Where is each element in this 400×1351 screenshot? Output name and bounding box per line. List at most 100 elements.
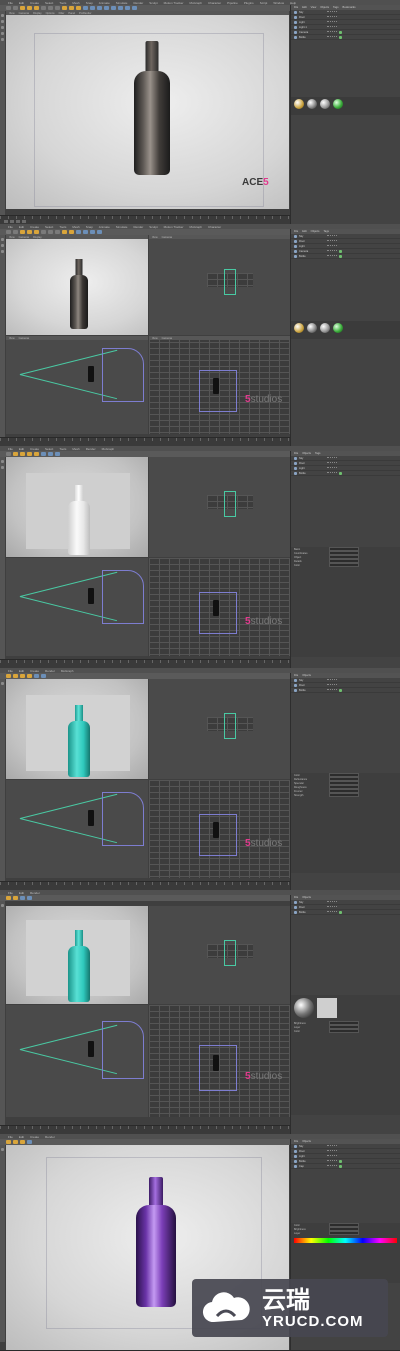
om-objects[interactable]: Objects bbox=[311, 230, 320, 233]
right-viewport[interactable]: View Cameras bbox=[6, 336, 148, 434]
list-item[interactable]: Bottle bbox=[291, 688, 400, 693]
front-viewport[interactable]: 5studios bbox=[149, 1005, 290, 1117]
points-mode-icon[interactable] bbox=[1, 460, 4, 463]
front-viewport[interactable]: View Cameras 5studios bbox=[149, 336, 290, 434]
menu-create[interactable]: Create bbox=[30, 669, 39, 673]
menu-snap[interactable]: Snap bbox=[86, 225, 93, 229]
om-edit[interactable]: Edit bbox=[302, 6, 306, 9]
menu-mograph[interactable]: MoGraph bbox=[61, 669, 74, 673]
list-item[interactable]: Bottle bbox=[291, 471, 400, 476]
attribute-row[interactable]: Layer bbox=[291, 1231, 400, 1235]
om-tags[interactable]: Tags bbox=[333, 6, 338, 9]
viewport-menu-cameras[interactable]: Cameras bbox=[162, 236, 173, 239]
om-edit[interactable]: Edit bbox=[302, 230, 306, 233]
menu-sculpt[interactable]: Sculpt bbox=[149, 225, 157, 229]
texture-mode-icon[interactable] bbox=[1, 38, 4, 41]
material-swatch[interactable] bbox=[294, 99, 304, 109]
menu-edit[interactable]: Edit bbox=[19, 891, 24, 895]
menu-create[interactable]: Create bbox=[30, 1, 39, 5]
menu-file[interactable]: File bbox=[8, 225, 13, 229]
menu-mesh[interactable]: Mesh bbox=[72, 225, 79, 229]
render-picture-icon[interactable] bbox=[69, 6, 74, 10]
attribute-row[interactable]: Color bbox=[291, 1029, 400, 1033]
menu-render[interactable]: Render bbox=[133, 225, 143, 229]
move-icon[interactable] bbox=[6, 896, 11, 900]
camera-icon[interactable] bbox=[48, 452, 53, 456]
perspective-viewport[interactable]: View Cameras Display Options Filter Pane… bbox=[6, 11, 289, 209]
pen-icon[interactable] bbox=[90, 6, 95, 10]
material-swatch[interactable] bbox=[307, 323, 317, 333]
right-viewport[interactable] bbox=[6, 780, 148, 878]
menu-render[interactable]: Render bbox=[45, 669, 55, 673]
menu-edit[interactable]: Edit bbox=[19, 447, 24, 451]
menu-render[interactable]: Render bbox=[86, 447, 96, 451]
play-back-icon[interactable] bbox=[4, 220, 8, 223]
rotate-icon[interactable] bbox=[34, 6, 39, 10]
front-viewport[interactable]: 5studios bbox=[149, 780, 290, 878]
undo-icon[interactable] bbox=[6, 6, 11, 10]
menu-animate[interactable]: Animate bbox=[99, 1, 110, 5]
color-spectrum-picker[interactable] bbox=[294, 1238, 397, 1243]
record-icon[interactable] bbox=[22, 220, 26, 223]
x-axis-icon[interactable] bbox=[41, 6, 46, 10]
cube-icon[interactable] bbox=[76, 230, 81, 234]
scale-icon[interactable] bbox=[27, 230, 32, 234]
timeline[interactable] bbox=[0, 437, 291, 446]
render-view-icon[interactable] bbox=[27, 674, 32, 678]
om-bookmarks[interactable]: Bookmarks bbox=[343, 6, 356, 9]
menu-create[interactable]: Create bbox=[30, 225, 39, 229]
material-tag-icon[interactable] bbox=[339, 35, 342, 39]
om-tags[interactable]: Tags bbox=[323, 230, 328, 233]
perspective-viewport[interactable] bbox=[6, 679, 148, 779]
floor-icon[interactable] bbox=[118, 6, 123, 10]
material-tag-icon[interactable] bbox=[339, 910, 342, 914]
om-file[interactable]: File bbox=[294, 896, 298, 899]
points-mode-icon[interactable] bbox=[1, 238, 4, 241]
menu-motion-tracker[interactable]: Motion Tracker bbox=[164, 225, 184, 229]
render-view-icon[interactable] bbox=[34, 452, 39, 456]
menu-simulate[interactable]: Simulate bbox=[116, 225, 128, 229]
material-tag-icon[interactable] bbox=[339, 688, 342, 692]
scale-icon[interactable] bbox=[13, 1140, 18, 1144]
viewport-menu-view[interactable]: View bbox=[152, 337, 158, 340]
play-forward-icon[interactable] bbox=[16, 220, 20, 223]
menu-file[interactable]: File bbox=[8, 891, 13, 895]
light-icon[interactable] bbox=[27, 896, 32, 900]
deformer-icon[interactable] bbox=[111, 6, 116, 10]
render-view-icon[interactable] bbox=[13, 896, 18, 900]
menu-render[interactable]: Render bbox=[45, 1135, 55, 1139]
viewport-menu-cameras[interactable]: Cameras bbox=[162, 337, 173, 340]
om-objects[interactable]: Objects bbox=[302, 674, 311, 677]
menu-motion-tracker[interactable]: Motion Tracker bbox=[164, 1, 184, 5]
points-mode-icon[interactable] bbox=[1, 682, 4, 685]
menu-tools[interactable]: Tools bbox=[59, 225, 66, 229]
menu-mesh[interactable]: Mesh bbox=[72, 447, 79, 451]
material-swatch[interactable] bbox=[320, 99, 330, 109]
list-item[interactable]: Cap bbox=[291, 1164, 400, 1169]
material-tag-icon[interactable] bbox=[339, 30, 342, 34]
y-axis-icon[interactable] bbox=[48, 230, 53, 234]
light-icon[interactable] bbox=[132, 6, 137, 10]
menu-mograph[interactable]: MoGraph bbox=[189, 225, 202, 229]
move-icon[interactable] bbox=[20, 230, 25, 234]
menu-edit[interactable]: Edit bbox=[19, 1, 24, 5]
menu-file[interactable]: File bbox=[8, 1, 13, 5]
om-file[interactable]: File bbox=[294, 230, 298, 233]
viewport-menu-view[interactable]: View bbox=[9, 337, 15, 340]
z-axis-icon[interactable] bbox=[55, 6, 60, 10]
polygons-mode-icon[interactable] bbox=[1, 250, 4, 253]
z-axis-icon[interactable] bbox=[55, 230, 60, 234]
edges-mode-icon[interactable] bbox=[1, 466, 4, 469]
attribute-row[interactable]: Strength bbox=[291, 793, 400, 797]
light-icon[interactable] bbox=[97, 230, 102, 234]
render-view-icon[interactable] bbox=[20, 1140, 25, 1144]
menu-edit[interactable]: Edit bbox=[19, 1135, 24, 1139]
perspective-viewport[interactable]: View Cameras Display bbox=[6, 235, 148, 335]
cube-icon[interactable] bbox=[41, 452, 46, 456]
points-mode-icon[interactable] bbox=[1, 904, 4, 907]
undo-icon[interactable] bbox=[6, 230, 11, 234]
material-swatch[interactable] bbox=[320, 323, 330, 333]
menu-edit[interactable]: Edit bbox=[19, 225, 24, 229]
move-icon[interactable] bbox=[6, 674, 11, 678]
y-axis-icon[interactable] bbox=[48, 6, 53, 10]
